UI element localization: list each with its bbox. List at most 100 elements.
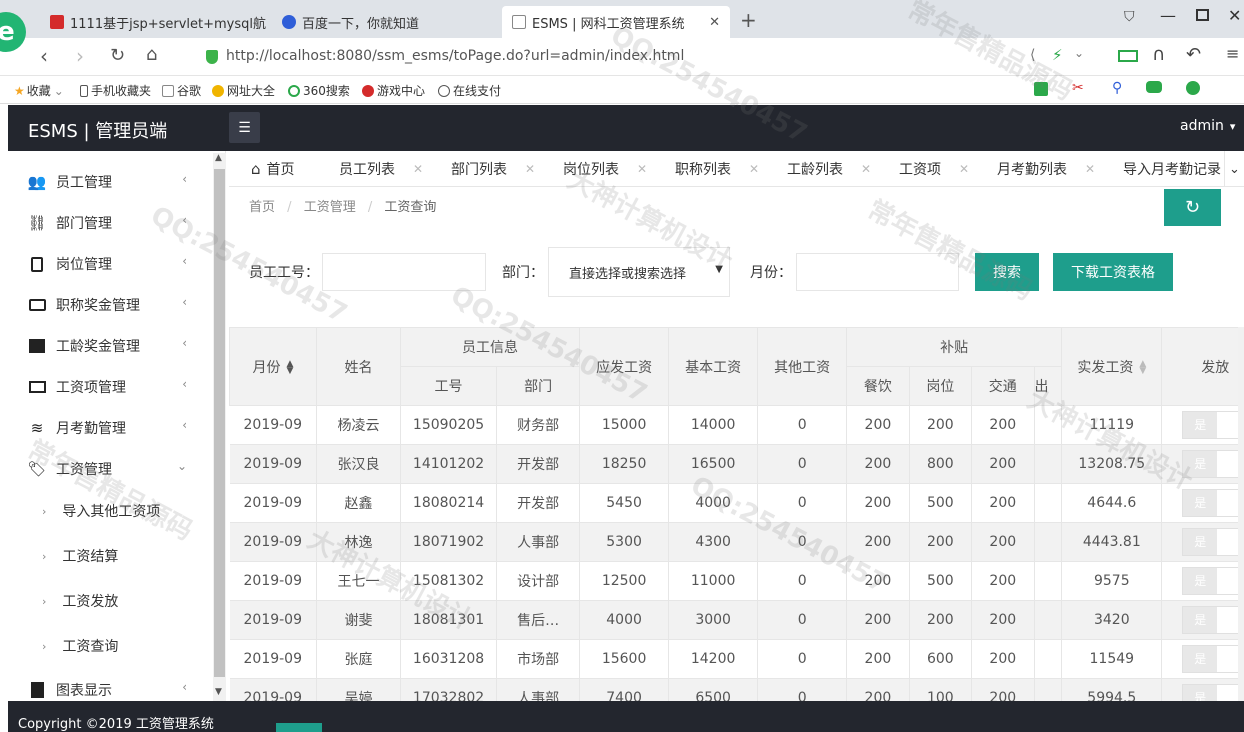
user-menu[interactable]: admin ▾ — [1180, 118, 1235, 134]
bookmark-360search[interactable]: 360搜索 — [288, 82, 350, 99]
minimize-icon[interactable]: — — [1160, 6, 1176, 25]
close-icon[interactable]: ✕ — [413, 162, 423, 176]
coin-icon[interactable] — [1186, 81, 1200, 95]
bookmark-pay[interactable]: 在线支付 — [438, 82, 501, 99]
cell-issued: 是 — [1161, 405, 1244, 445]
sidebar-subitem-label: 导入其他工资项 — [62, 504, 161, 520]
sidebar-toggle-button[interactable]: ☰ — [229, 112, 260, 143]
browser-tab-2[interactable]: 百度一下，你就知道 — [272, 6, 500, 38]
col-header-post: 岗位 — [908, 366, 973, 406]
scrollbar-thumb[interactable] — [214, 169, 225, 677]
headset-icon[interactable]: ∩ — [1152, 44, 1165, 65]
tab-salary-item[interactable]: 工资项 ✕ — [899, 151, 969, 186]
forward-icon[interactable]: › — [76, 44, 84, 68]
battery-icon[interactable] — [1118, 50, 1138, 62]
sidebar-item-attendance[interactable]: ≋ 月考勤管理 ‹ — [8, 408, 213, 448]
bookmark-hao[interactable]: 网址大全 — [212, 82, 275, 99]
search-button[interactable]: 搜索 — [975, 253, 1039, 291]
gamepad-icon[interactable] — [1146, 81, 1162, 93]
close-icon[interactable]: ✕ — [637, 162, 647, 176]
sidebar-item-charts[interactable]: 图表显示 ‹ — [8, 670, 213, 701]
bookmark-google[interactable]: 谷歌 — [162, 82, 201, 99]
close-window-icon[interactable]: ✕ — [1228, 6, 1241, 25]
scroll-down-icon[interactable]: ▼ — [215, 687, 222, 697]
tab-post-list[interactable]: 岗位列表 ✕ — [563, 151, 647, 186]
sidebar-item-salary-item[interactable]: 工资项管理 ‹ — [8, 367, 213, 407]
cell-traffic: 200 — [971, 483, 1035, 523]
cell-month: 2019-09 — [229, 600, 317, 640]
chevron-down-icon: ⌄ — [176, 459, 187, 473]
sidebar-subitem-issue[interactable]: › 工资发放 — [8, 579, 213, 623]
home-icon[interactable]: ⌂ — [146, 44, 157, 65]
col-header-month[interactable]: 月份 ▲ ▼ — [229, 327, 317, 406]
translate-icon[interactable] — [1034, 82, 1048, 96]
sidebar-subitem-query[interactable]: › 工资查询 — [8, 624, 213, 668]
col-header-actual[interactable]: 实发工资 ▲ ▼ — [1061, 327, 1163, 406]
tab-seniority-list[interactable]: 工龄列表 ✕ — [787, 151, 871, 186]
scroll-up-icon[interactable]: ▲ — [215, 153, 222, 163]
tab-employee-list[interactable]: 员工列表 ✕ — [339, 151, 423, 186]
bolt-icon[interactable]: ⚡ — [1052, 46, 1063, 64]
sidebar-item-salary[interactable]: 🏷 工资管理 ⌄ — [8, 449, 213, 489]
close-icon[interactable]: ✕ — [959, 162, 969, 176]
close-tab-icon[interactable]: ✕ — [709, 15, 720, 30]
issued-switch[interactable]: 是 — [1182, 528, 1244, 556]
sidebar-subitem-settle[interactable]: › 工资结算 — [8, 534, 213, 578]
issued-switch[interactable]: 是 — [1182, 411, 1244, 439]
tab-home[interactable]: ⌂ 首页 — [251, 151, 295, 186]
menu-icon[interactable]: ≡ — [1226, 44, 1239, 63]
sort-icon[interactable]: ▲ ▼ — [287, 359, 294, 375]
maximize-icon[interactable] — [1196, 9, 1209, 21]
issued-switch[interactable]: 是 — [1182, 450, 1244, 478]
sidebar-item-department[interactable]: ⛓ 部门管理 ‹ — [8, 203, 213, 243]
back-icon[interactable]: ‹ — [40, 44, 48, 68]
reload-icon[interactable]: ↻ — [110, 45, 125, 66]
sidebar-subitem-import[interactable]: › 导入其他工资项 — [8, 489, 213, 533]
table-scrollbar[interactable] — [1238, 327, 1244, 702]
dropdown-icon[interactable]: ⌄ — [1074, 46, 1084, 60]
tab-department-list[interactable]: 部门列表 ✕ — [451, 151, 535, 186]
close-icon[interactable]: ✕ — [525, 162, 535, 176]
sidebar-item-post[interactable]: 岗位管理 ‹ — [8, 244, 213, 284]
close-icon[interactable]: ✕ — [861, 162, 871, 176]
issued-switch[interactable]: 是 — [1182, 606, 1244, 634]
share-icon[interactable]: ⟨ — [1030, 47, 1035, 63]
shirt-icon[interactable]: ⛉ — [1124, 9, 1135, 25]
sidebar-item-employee[interactable]: 👥 员工管理 ‹ — [8, 162, 213, 202]
scissors-icon[interactable]: ✂ — [1072, 80, 1084, 96]
emp-no-input[interactable] — [322, 253, 486, 291]
bookmark-games[interactable]: 游戏中心 — [362, 82, 425, 99]
cell-emp-no: 18080214 — [400, 483, 498, 523]
sort-icon[interactable]: ▲ ▼ — [1139, 359, 1146, 375]
undo-icon[interactable]: ↶ — [1186, 44, 1201, 65]
issued-switch[interactable]: 是 — [1182, 645, 1244, 673]
new-tab-button[interactable]: + — [740, 8, 757, 32]
cell-traffic: 200 — [971, 444, 1035, 484]
cell-actual: 3420 — [1061, 600, 1163, 640]
close-icon[interactable]: ✕ — [1085, 162, 1095, 176]
close-icon[interactable]: ✕ — [749, 162, 759, 176]
issued-switch[interactable]: 是 — [1182, 684, 1244, 702]
sidebar-item-seniority-bonus[interactable]: 工龄奖金管理 ‹ — [8, 326, 213, 366]
refresh-button[interactable]: ↻ — [1164, 189, 1221, 226]
issued-switch[interactable]: 是 — [1182, 567, 1244, 595]
search-icon[interactable]: ⚲ — [1112, 80, 1122, 96]
sidebar-scrollbar[interactable]: ▲ ▼ — [213, 153, 226, 701]
breadcrumb-salary-link[interactable]: 工资管理 — [304, 200, 356, 215]
url-field[interactable]: http://localhost:8080/ssm_esms/toPage.do… — [226, 48, 986, 64]
tab-attendance-list[interactable]: 月考勤列表 ✕ — [997, 151, 1095, 186]
browser-tab-1[interactable]: 1111基于jsp+servlet+mysql航 — [40, 6, 270, 38]
bookmark-favorites[interactable]: ★ 收藏 ⌄ — [14, 82, 64, 99]
dept-select[interactable]: 直接选择或搜索选择 ▼ — [548, 247, 730, 297]
tag-icon: 🏷 — [27, 460, 47, 478]
breadcrumb-home-link[interactable]: 首页 — [249, 200, 275, 215]
month-input[interactable] — [796, 253, 959, 291]
tab-title-list[interactable]: 职称列表 ✕ — [675, 151, 759, 186]
sidebar-item-title-bonus[interactable]: 职称奖金管理 ‹ — [8, 285, 213, 325]
tab-import-attendance[interactable]: 导入月考勤记录 — [1123, 151, 1221, 186]
issued-switch[interactable]: 是 — [1182, 489, 1244, 517]
bookmark-mobile[interactable]: 手机收藏夹 — [80, 82, 151, 99]
download-button[interactable]: 下载工资表格 — [1053, 253, 1173, 291]
tab-more-button[interactable]: ⌄ — [1224, 151, 1244, 186]
browser-tab-3-active[interactable]: ESMS | 网科工资管理系统 ✕ — [502, 6, 730, 38]
